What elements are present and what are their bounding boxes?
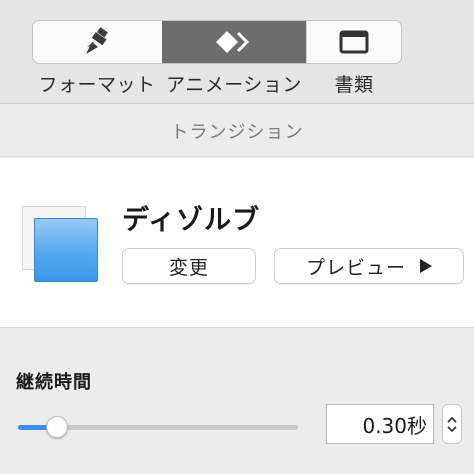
duration-label: 継続時間	[16, 372, 92, 393]
duration-field[interactable]: 0.30秒	[326, 404, 434, 444]
animation-diamond-icon	[215, 31, 250, 53]
document-icon	[339, 30, 369, 54]
tab-format-label: フォーマット	[38, 74, 156, 96]
duration-slider-knob[interactable]	[46, 416, 69, 438]
chevron-down-icon[interactable]	[447, 425, 457, 433]
tab-animation[interactable]	[162, 21, 306, 63]
tab-document[interactable]	[305, 21, 401, 63]
dissolve-thumbnail-icon	[22, 206, 100, 284]
tab-animation-label: アニメーション	[166, 74, 302, 96]
thumbnail-front-slide	[34, 218, 98, 282]
inspector-tab-segmented-control	[32, 20, 402, 64]
play-icon	[420, 259, 432, 273]
effect-panel: ディゾルブ 変更 プレビュー	[0, 158, 474, 328]
section-header-transition: トランジション	[0, 105, 474, 157]
chevron-up-icon[interactable]	[447, 416, 457, 423]
preview-button-label: プレビュー	[305, 256, 406, 279]
change-button[interactable]: 変更	[122, 248, 256, 284]
preview-button[interactable]: プレビュー	[274, 248, 464, 284]
section-title: トランジション	[170, 121, 304, 143]
duration-stepper[interactable]	[442, 404, 462, 444]
tab-document-label: 書類	[334, 74, 374, 96]
change-button-label: 変更	[168, 256, 209, 279]
paintbrush-icon	[85, 27, 108, 54]
effect-name: ディゾルブ	[122, 205, 261, 236]
duration-value: 0.30秒	[362, 413, 427, 438]
inspector-toolbar: フォーマット アニメーション 書類	[0, 0, 474, 104]
tab-format[interactable]	[33, 21, 162, 63]
